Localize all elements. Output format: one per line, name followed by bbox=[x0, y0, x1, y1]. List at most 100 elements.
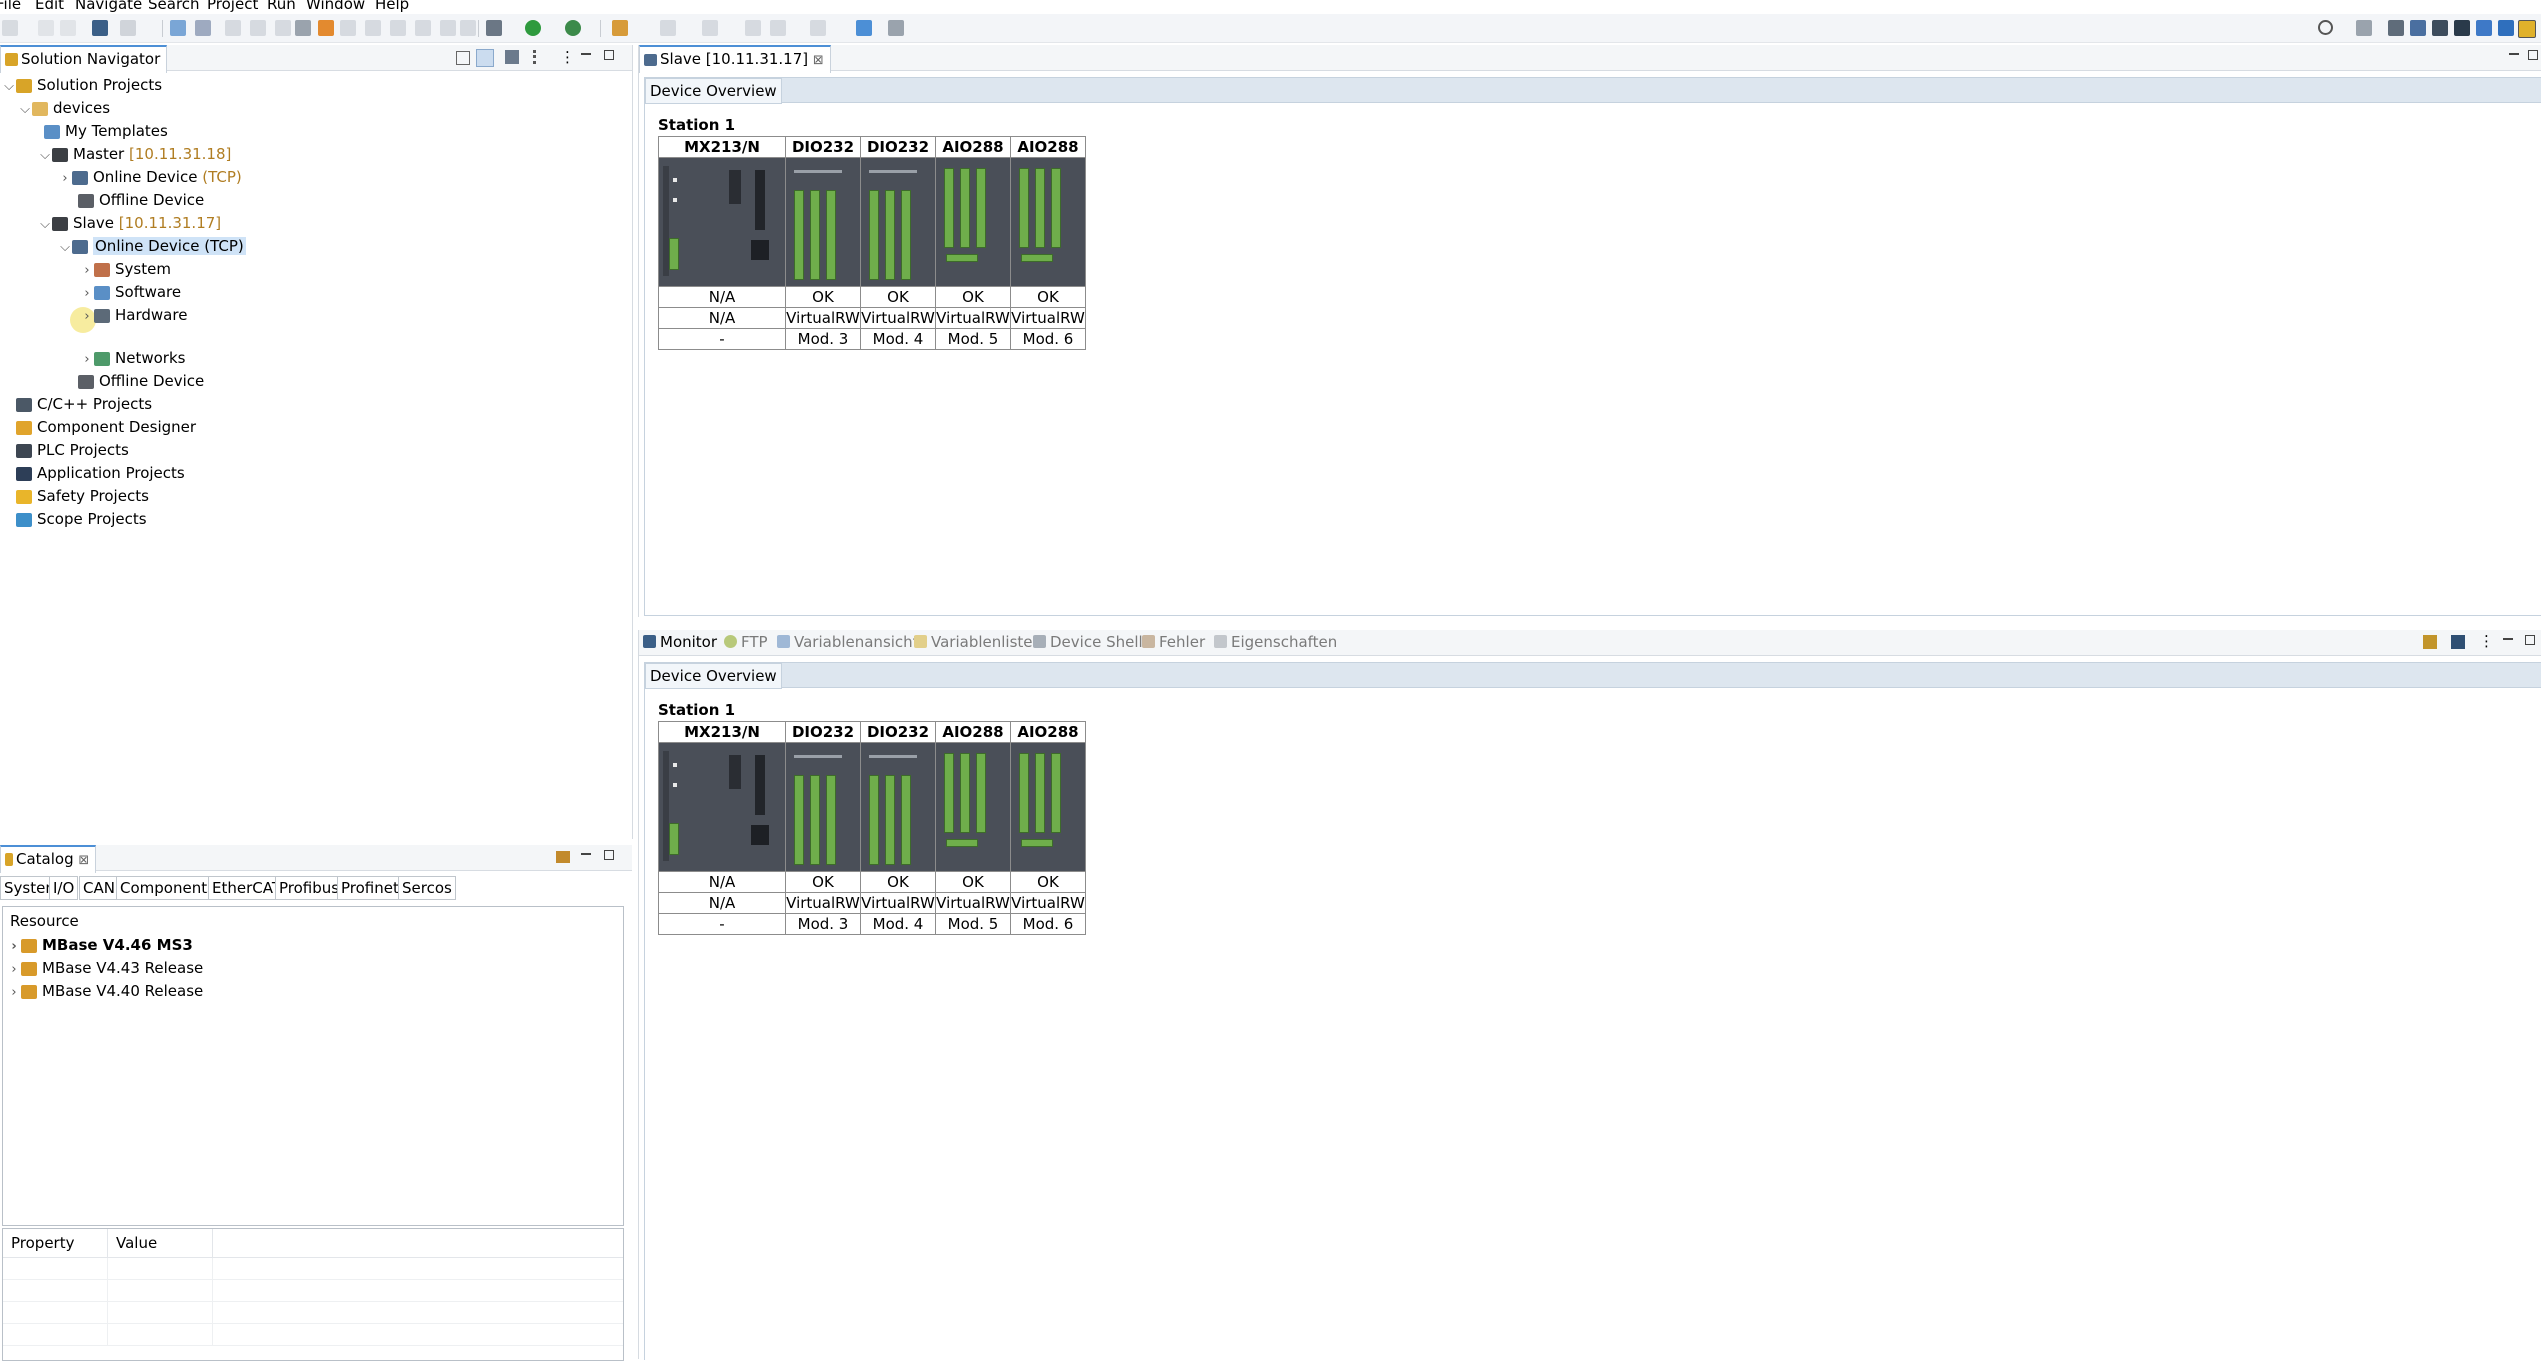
menu-navigate[interactable]: Navigate bbox=[75, 0, 142, 13]
module-image-aio288[interactable] bbox=[1010, 742, 1086, 872]
tree-devices[interactable]: ⌵ devices bbox=[18, 97, 110, 119]
nav-a-icon[interactable] bbox=[660, 20, 676, 36]
tab-device-overview[interactable]: Device Overview bbox=[645, 663, 782, 689]
resource-item[interactable]: › MBase V4.46 MS3 bbox=[7, 934, 193, 956]
tree-cpp-projects[interactable]: C/C++ Projects bbox=[16, 393, 152, 415]
chevron-right-icon[interactable]: › bbox=[80, 306, 94, 328]
tab-device-overview[interactable]: Device Overview bbox=[645, 78, 782, 104]
tab-device-shell[interactable]: Device Shell bbox=[1033, 630, 1143, 654]
stop-icon[interactable] bbox=[275, 20, 291, 36]
tree-my-templates[interactable]: My Templates bbox=[44, 120, 168, 142]
module-image-mx213[interactable] bbox=[658, 157, 786, 287]
chevron-down-icon[interactable]: ⌵ bbox=[58, 237, 72, 259]
module-image-aio288[interactable] bbox=[1010, 157, 1086, 287]
chevron-down-icon[interactable]: ⌵ bbox=[2, 76, 16, 98]
back-icon[interactable] bbox=[745, 20, 761, 36]
tree-component-designer[interactable]: Component Designer bbox=[16, 416, 196, 438]
close-icon[interactable]: ⊠ bbox=[813, 53, 824, 68]
module-image-dio232[interactable] bbox=[785, 742, 861, 872]
menu-window[interactable]: Window bbox=[306, 0, 365, 13]
menu-project[interactable]: Project bbox=[207, 0, 258, 13]
tree-slave-offline-device[interactable]: Offline Device bbox=[78, 370, 204, 392]
tab-can[interactable]: CAN bbox=[79, 876, 119, 900]
bulb-icon[interactable] bbox=[888, 20, 904, 36]
tab-solution-navigator[interactable]: Solution Navigator bbox=[0, 45, 168, 73]
view-menu-icon[interactable]: ⋮ bbox=[2479, 634, 2494, 649]
maximize-icon[interactable] bbox=[604, 50, 614, 60]
tree-layout-icon[interactable] bbox=[533, 50, 548, 64]
filter-icon[interactable] bbox=[505, 50, 519, 64]
maximize-icon[interactable] bbox=[2528, 50, 2538, 60]
wand-icon[interactable] bbox=[612, 20, 628, 36]
module-image-aio288[interactable] bbox=[935, 742, 1011, 872]
tree-hardware[interactable]: › Hardware bbox=[80, 304, 187, 326]
tab-io[interactable]: I/O bbox=[49, 876, 79, 900]
perspective-a-icon[interactable] bbox=[2356, 20, 2372, 36]
pause-icon[interactable] bbox=[250, 20, 266, 36]
minimize-icon[interactable] bbox=[581, 53, 591, 55]
perspective-active-icon[interactable] bbox=[2518, 20, 2536, 38]
tool-f-icon[interactable] bbox=[460, 20, 476, 36]
run-icon[interactable] bbox=[525, 20, 541, 36]
tree-slave[interactable]: ⌵ Slave [10.11.31.17] bbox=[38, 212, 221, 234]
menu-edit[interactable]: Edit bbox=[35, 0, 64, 13]
tool-b-icon[interactable] bbox=[365, 20, 381, 36]
disconnect-icon[interactable] bbox=[195, 20, 211, 36]
tab-fehler[interactable]: Fehler bbox=[1142, 630, 1205, 654]
menu-search[interactable]: Search bbox=[148, 0, 200, 13]
tree-scope-projects[interactable]: Scope Projects bbox=[16, 508, 147, 530]
tree-solution-projects[interactable]: ⌵ Solution Projects bbox=[2, 74, 162, 96]
chevron-right-icon[interactable]: › bbox=[58, 168, 72, 190]
tree-software[interactable]: › Software bbox=[80, 281, 181, 303]
chevron-right-icon[interactable]: › bbox=[7, 959, 21, 981]
resource-item[interactable]: › MBase V4.40 Release bbox=[7, 980, 203, 1002]
tree-networks[interactable]: › Networks bbox=[80, 347, 185, 369]
module-image-dio232[interactable] bbox=[860, 157, 936, 287]
link-editor-icon[interactable] bbox=[476, 49, 494, 67]
monitor-action-a-icon[interactable] bbox=[2423, 635, 2437, 649]
tree-slave-online-device[interactable]: ⌵ Online Device (TCP) bbox=[58, 235, 246, 257]
tree-master-online-device[interactable]: › Online Device (TCP) bbox=[58, 166, 241, 190]
menu-help[interactable]: Help bbox=[375, 0, 409, 13]
chevron-right-icon[interactable]: › bbox=[80, 349, 94, 371]
minimize-icon[interactable] bbox=[581, 853, 591, 855]
minimize-icon[interactable] bbox=[2503, 638, 2513, 640]
chevron-right-icon[interactable]: › bbox=[80, 260, 94, 282]
tab-slave-editor[interactable]: Slave [10.11.31.17] ⊠ bbox=[639, 45, 831, 73]
menu-run[interactable]: Run bbox=[267, 0, 296, 13]
debug-icon[interactable] bbox=[486, 20, 502, 36]
step-icon[interactable] bbox=[225, 20, 241, 36]
close-icon[interactable]: ⊠ bbox=[78, 853, 89, 868]
maximize-icon[interactable] bbox=[2525, 635, 2535, 645]
tab-variablenliste[interactable]: Variablenliste bbox=[914, 630, 1033, 654]
tree-plc-projects[interactable]: PLC Projects bbox=[16, 439, 129, 461]
tree-system[interactable]: › System bbox=[80, 258, 171, 280]
module-image-aio288[interactable] bbox=[935, 157, 1011, 287]
forward-icon[interactable] bbox=[810, 20, 826, 36]
maximize-icon[interactable] bbox=[604, 850, 614, 860]
connect-icon[interactable] bbox=[170, 20, 186, 36]
tool-a-icon[interactable] bbox=[340, 20, 356, 36]
catalog-action-icon[interactable] bbox=[556, 851, 570, 863]
tree-master[interactable]: ⌵ Master [10.11.31.18] bbox=[38, 143, 231, 165]
perspective-f-icon[interactable] bbox=[2476, 20, 2492, 36]
build-icon[interactable] bbox=[318, 20, 334, 36]
terminal-icon[interactable] bbox=[92, 20, 108, 36]
tree-application-projects[interactable]: Application Projects bbox=[16, 462, 185, 484]
tool-c-icon[interactable] bbox=[390, 20, 406, 36]
perspective-g-icon[interactable] bbox=[2498, 20, 2514, 36]
search-icon[interactable] bbox=[2318, 20, 2333, 35]
new-icon[interactable] bbox=[2, 20, 18, 36]
open-perspective-icon[interactable] bbox=[856, 20, 872, 36]
menu-file[interactable]: File bbox=[0, 0, 21, 13]
view-menu-icon[interactable]: ⋮ bbox=[560, 50, 575, 65]
tab-monitor[interactable]: Monitor bbox=[643, 630, 717, 654]
tab-profibus[interactable]: Profibus bbox=[275, 876, 344, 900]
disconnect-all-icon[interactable] bbox=[295, 20, 311, 36]
tab-ftp[interactable]: FTP bbox=[724, 630, 768, 654]
module-image-mx213[interactable] bbox=[658, 742, 786, 872]
perspective-b-icon[interactable] bbox=[2388, 20, 2404, 36]
tab-sercos[interactable]: Sercos bbox=[398, 876, 456, 900]
tool-d-icon[interactable] bbox=[415, 20, 431, 36]
monitor-action-b-icon[interactable] bbox=[2451, 635, 2465, 649]
